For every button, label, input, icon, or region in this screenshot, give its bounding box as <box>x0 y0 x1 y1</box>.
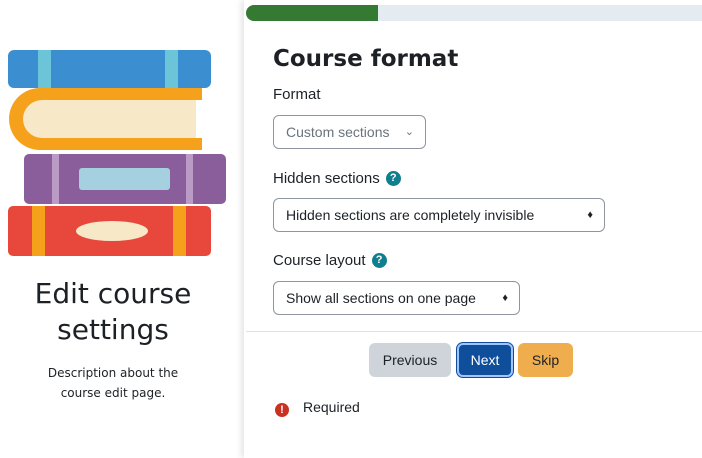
books-illustration <box>8 50 226 256</box>
help-icon[interactable]: ? <box>385 171 401 186</box>
divider <box>246 331 702 332</box>
required-label: Required <box>303 399 360 415</box>
course-layout-label: Course layout? <box>273 252 387 269</box>
sidebar-title-line2: settings <box>57 313 169 346</box>
chevron-down-icon: ⌄ <box>404 126 414 138</box>
progress-bar-fill <box>246 5 379 21</box>
select-arrows-icon: ♦ <box>587 209 593 221</box>
hidden-sections-label-text: Hidden sections <box>273 170 380 187</box>
previous-button[interactable]: Previous <box>369 343 451 377</box>
hidden-sections-label: Hidden sections? <box>273 170 401 187</box>
page-title: Course format <box>273 46 459 72</box>
sidebar-title: Edit course settings <box>0 276 226 348</box>
required-legend: ! Required <box>275 399 360 417</box>
next-button[interactable]: Next <box>457 343 513 377</box>
select-arrows-icon: ♦ <box>502 292 508 304</box>
course-layout-label-text: Course layout <box>273 252 366 269</box>
left-panel: Edit course settings Description about t… <box>0 0 240 458</box>
course-layout-select[interactable]: Show all sections on one page ♦ <box>273 281 520 315</box>
course-layout-select-value: Show all sections on one page <box>286 290 476 306</box>
format-label: Format <box>273 86 321 103</box>
progress-bar <box>246 5 702 21</box>
format-select[interactable]: Custom sections ⌄ <box>273 115 426 149</box>
sidebar-description: Description about the course edit page. <box>47 366 179 400</box>
hidden-sections-select-value: Hidden sections are completely invisible <box>286 207 535 223</box>
format-select-value: Custom sections <box>286 124 390 140</box>
skip-button[interactable]: Skip <box>518 343 573 377</box>
help-icon[interactable]: ? <box>371 253 387 268</box>
required-icon: ! <box>275 403 289 417</box>
hidden-sections-select[interactable]: Hidden sections are completely invisible… <box>273 198 605 232</box>
sidebar-title-line1: Edit course <box>34 277 192 310</box>
